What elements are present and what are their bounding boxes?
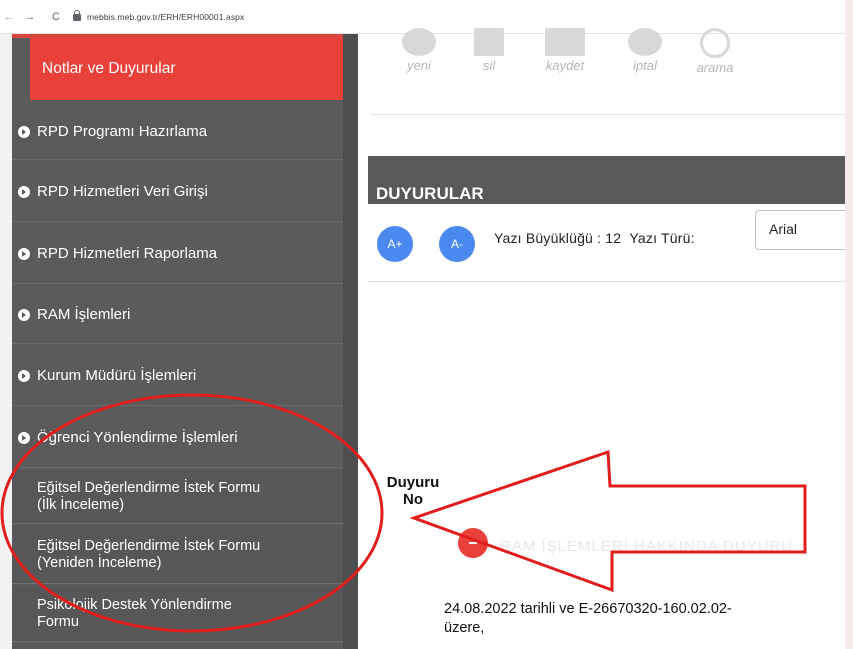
sidebar: Notlar ve Duyurular RPD Programı Hazırla… (0, 34, 358, 649)
save-button[interactable]: kaydet (530, 28, 600, 73)
lock-icon (73, 10, 81, 21)
collapse-icon[interactable] (458, 528, 488, 558)
arrow-circle-icon (18, 185, 30, 198)
sidebar-item-ram-islemleri[interactable]: RAM İşlemleri (12, 286, 343, 344)
save-button-label: kaydet (545, 58, 585, 73)
sidebar-item-rpd-programi[interactable]: RPD Programı Hazırlama (12, 104, 343, 160)
sidebar-item-rpd-raporlama[interactable]: RPD Hizmetleri Raporlama (12, 224, 343, 284)
new-icon (402, 28, 436, 56)
sidebar-item-notlar-ve-duyurular[interactable]: Notlar ve Duyurular (30, 38, 343, 100)
delete-button-label: sil (482, 58, 496, 73)
arrow-circle-icon (18, 125, 30, 138)
column-header-line1: Duyuru (386, 474, 440, 491)
delete-button[interactable]: sil (454, 28, 524, 73)
arrow-circle-icon (18, 247, 30, 260)
arrow-circle-icon (18, 369, 30, 382)
sidebar-edge (0, 34, 12, 649)
arrow-circle-icon (18, 431, 30, 444)
subitem-line2: Formu (37, 613, 79, 630)
sidebar-item-label: RPD Hizmetleri Raporlama (37, 245, 218, 262)
toolbar: yeni sil kaydet iptal arama (358, 28, 845, 114)
sidebar-item-label: RAM İşlemleri (37, 306, 131, 323)
font-size-text: Yazı Büyüklüğü : 12 (494, 230, 622, 246)
subitem-line2: (İlk İnceleme) (37, 496, 125, 513)
sidebar-item-ogrenci-yonlendirme[interactable]: Öğrenci Yönlendirme İşlemleri (12, 408, 343, 468)
subitem-line1: Psikolojik Destek Yönlendirme (37, 596, 232, 613)
sidebar-item-rpd-veri-girisi[interactable]: RPD Hizmetleri Veri Girişi (12, 162, 343, 222)
sidebar-subitem-label: Psikolojik Destek Yönlendirme Formu (37, 597, 232, 631)
sidebar-item-label: Öğrenci Yönlendirme İşlemleri (37, 429, 238, 446)
sidebar-right-gap (343, 34, 358, 649)
cancel-button-label: iptal (633, 58, 657, 73)
font-type-text: Yazı Türü: (629, 230, 695, 246)
arrow-circle-icon (18, 308, 30, 321)
back-arrow-icon[interactable]: ← (2, 11, 16, 23)
announcement-body: 24.08.2022 tarihli ve E-26670320-160.02.… (444, 600, 732, 638)
subitem-line1: Eğitsel Değerlendirme İstek Formu (37, 537, 261, 554)
sidebar-item-kurum-muduru[interactable]: Kurum Müdürü İşlemleri (12, 346, 343, 406)
pointer-arrow (409, 449, 807, 593)
font-increase-button[interactable]: A+ (377, 226, 413, 262)
cancel-button[interactable]: iptal (610, 28, 680, 73)
sidebar-subitem-label: Eğitsel Değerlendirme İstek Formu (Yenid… (37, 538, 260, 572)
sidebar-subitem-ilk-inceleme[interactable]: Eğitsel Değerlendirme İstek Formu (İlk İ… (12, 470, 343, 524)
search-icon (700, 28, 730, 58)
url-field[interactable]: mebbis.meb.gov.tr/ERH/ERH00001.aspx (87, 12, 244, 22)
new-button[interactable]: yeni (384, 28, 454, 73)
toolbar-divider (370, 114, 845, 115)
panel-title: DUYURULAR (376, 184, 484, 203)
announcement-body-line2: üzere, (444, 620, 485, 636)
subitem-line1: Eğitsel Değerlendirme İstek Formu (37, 479, 261, 496)
app-frame: ← → C mebbis.meb.gov.tr/ERH/ERH00001.asp… (0, 0, 845, 649)
font-decrease-button[interactable]: A- (439, 226, 475, 262)
sidebar-subitem-psikolojik-destek[interactable]: Psikolojik Destek Yönlendirme Formu (12, 586, 343, 642)
column-header-line2: No (403, 491, 423, 508)
search-button[interactable]: arama (680, 28, 750, 75)
sidebar-subitem-yeniden-inceleme[interactable]: Eğitsel Değerlendirme İstek Formu (Yenid… (12, 526, 343, 584)
cancel-icon (628, 28, 662, 56)
announcement-heading: RAM İŞLEMLERİ HAKKINDA DUYURU (500, 538, 794, 555)
sidebar-item-label: Kurum Müdürü İşlemleri (37, 367, 197, 384)
font-type-select[interactable]: Arial (755, 210, 845, 250)
trash-icon (474, 28, 504, 56)
save-icon (545, 28, 585, 56)
forward-arrow-icon[interactable]: → (23, 11, 37, 23)
subitem-line2: (Yeniden İnceleme) (37, 554, 162, 571)
sidebar-item-label: RPD Programı Hazırlama (37, 123, 208, 140)
column-header-duyuru-no: Duyuru No (380, 474, 446, 508)
font-size-label: Yazı Büyüklüğü : 12 Yazı Türü: (494, 230, 695, 246)
announcement-body-line1: 24.08.2022 tarihli ve E-26670320-160.02.… (444, 601, 732, 617)
new-button-label: yeni (407, 58, 431, 73)
reload-icon[interactable]: C (49, 11, 63, 23)
search-button-label: arama (696, 60, 734, 75)
sidebar-subitem-label: Eğitsel Değerlendirme İstek Formu (İlk İ… (37, 480, 260, 514)
sidebar-item-label: RPD Hizmetleri Veri Girişi (37, 183, 208, 200)
